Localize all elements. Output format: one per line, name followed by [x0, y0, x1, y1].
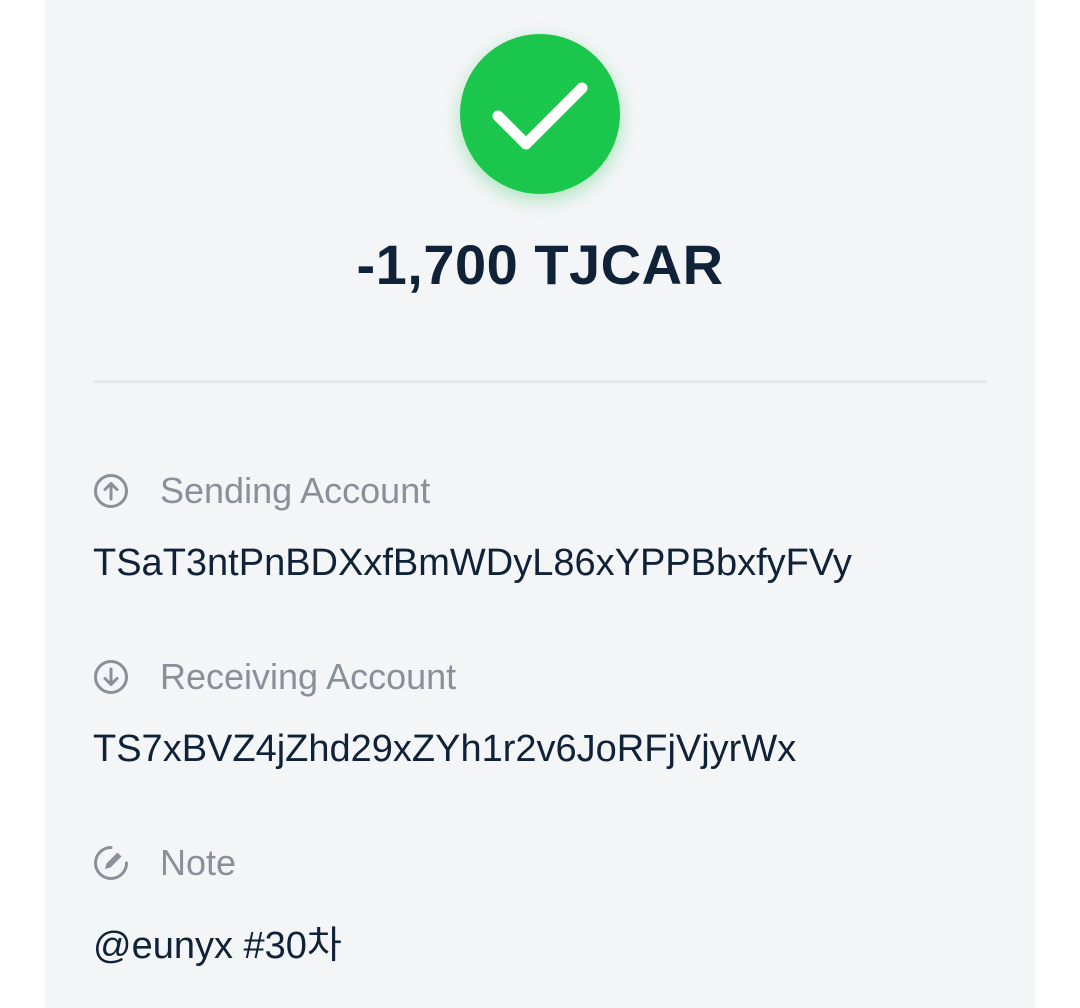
sending-account-value: TSaT3ntPnBDXxfBmWDyL86xYPPBbxfyFVy	[93, 542, 852, 584]
divider	[94, 380, 987, 383]
note-value: @eunyx #30차	[93, 925, 342, 967]
receiving-account-value: TS7xBVZ4jZhd29xZYh1r2v6JoRFjVjyrWx	[93, 728, 797, 770]
checkmark-icon	[492, 82, 588, 150]
receiving-account-label-row: Receiving Account	[93, 656, 457, 697]
arrow-up-circle-icon	[94, 474, 128, 508]
receiving-account-label: Receiving Account	[160, 656, 457, 697]
sending-account-label-row: Sending Account	[93, 470, 431, 511]
note-label: Note	[160, 842, 237, 883]
success-badge	[460, 34, 620, 194]
arrow-down-circle-icon	[94, 660, 128, 694]
sending-account-label: Sending Account	[160, 470, 431, 511]
transaction-amount: -1,700 TJCAR	[356, 233, 724, 296]
pencil-circle-icon	[94, 846, 128, 880]
note-label-row: Note	[93, 842, 237, 883]
